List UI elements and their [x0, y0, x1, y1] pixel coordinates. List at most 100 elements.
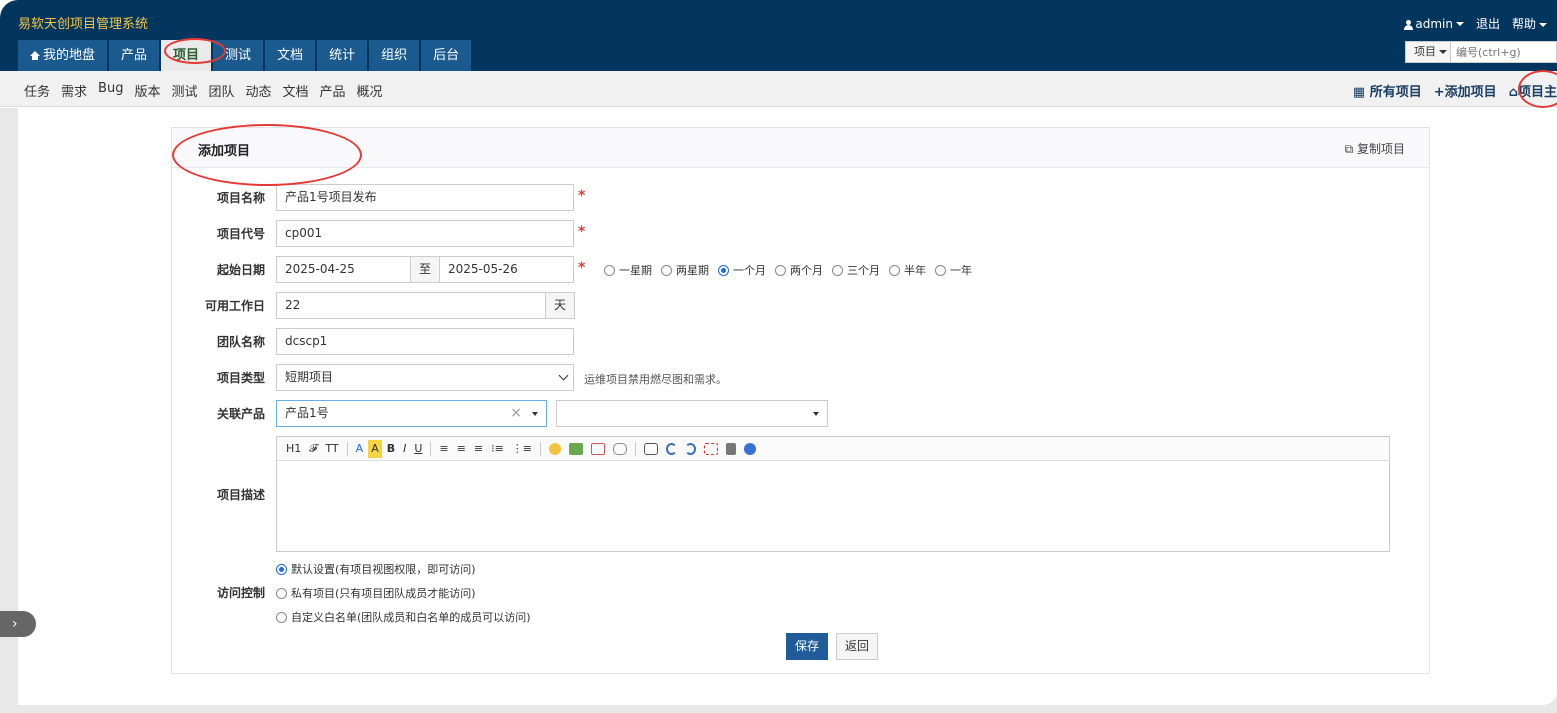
help-dropdown[interactable]: 帮助: [1512, 15, 1547, 32]
bold-button[interactable]: B: [384, 440, 398, 458]
duration-option[interactable]: 一星期: [604, 262, 652, 278]
subnav-test[interactable]: 测试: [171, 81, 197, 100]
nav-tab-admin[interactable]: 后台: [421, 40, 472, 71]
product-select[interactable]: 产品1号 ×: [276, 400, 547, 427]
plus-icon: +: [1433, 85, 1445, 100]
highlight-button[interactable]: A: [368, 439, 382, 458]
team-name-input[interactable]: dcscp1: [276, 328, 574, 355]
subnav-story[interactable]: 需求: [61, 81, 87, 100]
nav-tab-qa[interactable]: 测试: [213, 40, 264, 71]
user-dropdown[interactable]: admin: [1404, 17, 1464, 31]
project-code-input[interactable]: cp001: [276, 220, 574, 247]
duration-option[interactable]: 三个月: [832, 262, 880, 278]
copy-project-button[interactable]: ⧉ 复制项目: [1345, 140, 1405, 157]
duration-option-label: 两个月: [790, 264, 823, 277]
editor-toolbar: H1 𝓕 TT A A B I U ≡ ≡ ≡ ⁝≡ ⋮≡: [277, 437, 1389, 461]
duration-option-label: 一个月: [733, 264, 766, 277]
project-home-link[interactable]: ⌂项目主: [1509, 81, 1557, 100]
redo-icon[interactable]: [685, 442, 697, 455]
duration-option[interactable]: 两个月: [775, 262, 823, 278]
workdays-input[interactable]: 22: [276, 292, 546, 319]
project-type-select[interactable]: 短期项目: [276, 364, 574, 391]
nav-tab-my[interactable]: 我的地盘: [18, 40, 108, 71]
font-color-button[interactable]: A: [353, 440, 367, 458]
nav-tab-product[interactable]: 产品: [109, 40, 160, 71]
underline-button[interactable]: U: [411, 440, 425, 458]
duration-option[interactable]: 半年: [889, 262, 926, 278]
caret-down-icon: [1539, 22, 1547, 27]
fullscreen-icon[interactable]: [704, 442, 719, 455]
subnav-task[interactable]: 任务: [24, 81, 50, 100]
align-right-icon[interactable]: ≡: [471, 440, 486, 458]
product-select-value: 产品1号: [285, 406, 329, 420]
heading-button[interactable]: H1: [283, 440, 304, 458]
name-label: 项目名称: [216, 191, 265, 205]
radio-checked-icon: [718, 264, 729, 276]
end-date-input[interactable]: 2025-05-26: [439, 256, 574, 283]
acl-option-custom[interactable]: 自定义白名单(团队成员和白名单的成员可以访问): [276, 609, 531, 625]
add-project-link[interactable]: +添加项目: [1434, 81, 1497, 100]
subnav-doc[interactable]: 文档: [283, 81, 309, 100]
nav-tab-project[interactable]: 项目: [161, 40, 212, 71]
all-projects-link[interactable]: ▦ 所有项目: [1353, 81, 1422, 100]
user-name: admin: [1415, 16, 1453, 31]
workdays-label: 可用工作日: [204, 299, 265, 313]
project-name-input[interactable]: 产品1号项目发布: [276, 184, 574, 211]
back-button[interactable]: 返回: [836, 633, 878, 660]
dates-label: 起始日期: [216, 263, 265, 277]
add-project-form: 添加项目 ⧉ 复制项目 项目名称 产品1号项目发布 * 项目代号 cp001 *…: [171, 127, 1430, 674]
radio-icon: [604, 264, 615, 276]
nav-tab-doc[interactable]: 文档: [265, 40, 316, 71]
acl-label: 访问控制: [216, 586, 265, 600]
subnav-build[interactable]: 版本: [134, 81, 160, 100]
help-icon[interactable]: [744, 442, 757, 455]
acl-option-default[interactable]: 默认设置(有项目视图权限，即可访问): [276, 561, 531, 577]
acl-option-private[interactable]: 私有项目(只有项目团队成员才能访问): [276, 585, 531, 601]
save-button[interactable]: 保存: [786, 633, 828, 660]
duration-radio-group: 一星期 两星期 一个月 两个月 三个月 半年 一年: [604, 262, 972, 278]
duration-option-label: 两星期: [676, 264, 709, 277]
copy-icon: ⧉: [1344, 142, 1357, 156]
branch-select[interactable]: [556, 400, 828, 427]
ordered-list-icon[interactable]: ⁝≡: [488, 440, 507, 458]
font-family-button[interactable]: 𝓕: [306, 440, 320, 458]
start-date-input[interactable]: 2025-04-25: [276, 256, 411, 283]
subnav-view[interactable]: 概况: [357, 81, 383, 100]
paste-icon[interactable]: [726, 442, 737, 455]
emoji-icon[interactable]: [549, 442, 562, 455]
italic-button[interactable]: I: [400, 440, 409, 458]
search-type-dropdown[interactable]: 项目: [1406, 42, 1451, 62]
table-icon[interactable]: [591, 442, 606, 455]
nav-tab-company[interactable]: 组织: [369, 40, 420, 71]
type-label: 项目类型: [216, 371, 265, 385]
radio-icon: [775, 264, 786, 276]
chevron-right-icon: ›: [12, 616, 18, 632]
font-size-button[interactable]: TT: [322, 440, 341, 458]
logout-link[interactable]: 退出: [1476, 15, 1500, 32]
duration-option[interactable]: 两星期: [661, 262, 709, 278]
panel-header: 添加项目 ⧉ 复制项目: [172, 128, 1429, 168]
subnav-product[interactable]: 产品: [320, 81, 346, 100]
sub-nav: 任务 需求 Bug 版本 测试 团队 动态 文档 产品 概况 ▦ 所有项目 +添…: [0, 71, 1557, 107]
unordered-list-icon[interactable]: ⋮≡: [509, 440, 535, 458]
subnav-team[interactable]: 团队: [208, 81, 234, 100]
image-icon[interactable]: [569, 442, 584, 455]
toolbar-divider: [430, 441, 432, 456]
align-left-icon[interactable]: ≡: [436, 440, 451, 458]
duration-option[interactable]: 一个月: [718, 262, 766, 278]
clear-icon[interactable]: ×: [510, 401, 522, 426]
link-icon[interactable]: [613, 442, 628, 455]
sidebar-toggle-button[interactable]: ›: [0, 611, 36, 637]
duration-option[interactable]: 一年: [935, 262, 972, 278]
subnav-dynamic[interactable]: 动态: [246, 81, 272, 100]
required-mark: *: [578, 224, 586, 240]
subnav-bug[interactable]: Bug: [98, 81, 123, 100]
required-mark: *: [578, 188, 586, 204]
search-input[interactable]: [1451, 42, 1556, 62]
align-center-icon[interactable]: ≡: [454, 440, 469, 458]
nav-tab-report[interactable]: 统计: [317, 40, 368, 71]
eraser-icon[interactable]: [644, 442, 659, 455]
undo-icon[interactable]: [666, 442, 678, 455]
app-title: 易软天创项目管理系统: [18, 17, 149, 32]
acl-option-label: 默认设置(有项目视图权限，即可访问): [291, 563, 476, 576]
